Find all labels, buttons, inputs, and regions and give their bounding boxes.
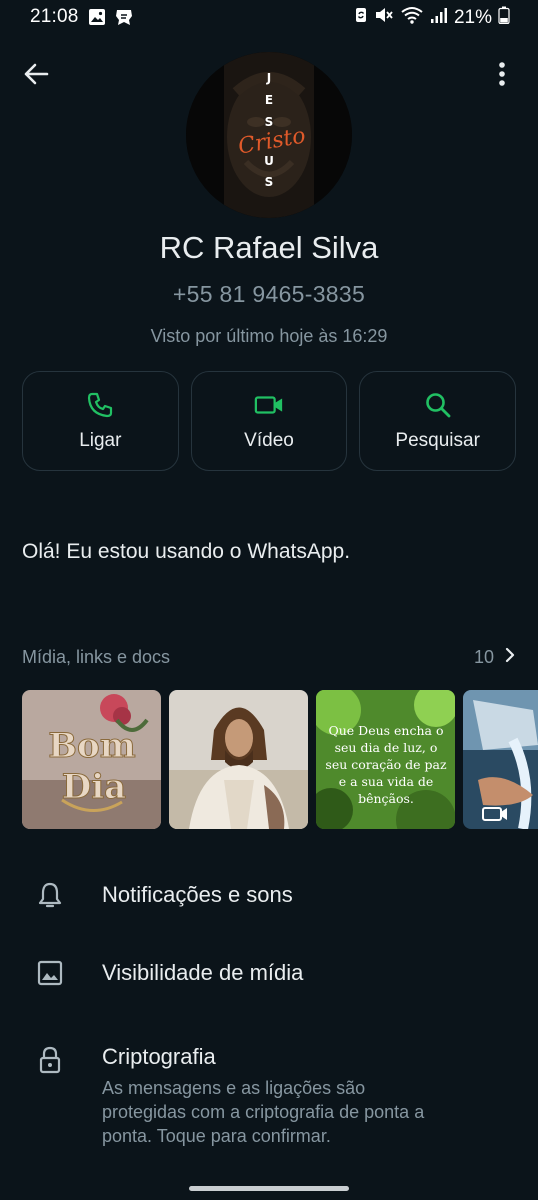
setting-title: Criptografia (102, 1044, 216, 1069)
home-indicator[interactable] (189, 1186, 349, 1191)
more-options-button[interactable] (484, 58, 520, 94)
back-button[interactable] (18, 58, 54, 94)
media-visibility-setting[interactable]: Visibilidade de mídia (0, 950, 538, 996)
media-thumbnail[interactable]: Bom Dia (22, 690, 161, 829)
contact-name: RC Rafael Silva (159, 230, 379, 265)
avatar-image: J E S U S Cristo (186, 52, 352, 218)
search-button[interactable]: Pesquisar (359, 371, 517, 471)
thumb-text: Dia (62, 767, 126, 807)
sync-icon (354, 6, 368, 29)
avatar-letter: S (265, 115, 274, 129)
avatar-letter: J (266, 71, 271, 85)
setting-subtitle-line: As mensagens e as ligações são (102, 1078, 366, 1098)
more-vert-icon (498, 61, 506, 92)
search-button-label: Pesquisar (395, 430, 480, 451)
avatar-letter: E (265, 93, 273, 107)
back-arrow-icon (23, 61, 49, 92)
app-notification-icon (114, 8, 134, 31)
video-button-label: Vídeo (244, 430, 294, 451)
status-bar: 21:08 21% (0, 0, 538, 36)
lock-icon (36, 1046, 64, 1074)
media-section-title: Mídia, links e docs (22, 647, 171, 667)
video-icon (254, 390, 284, 420)
mute-icon (374, 6, 394, 29)
setting-subtitle-line: protegidas com a criptografia de ponta a (102, 1102, 425, 1122)
video-call-button[interactable]: Vídeo (190, 371, 348, 471)
call-button-label: Ligar (79, 430, 122, 451)
avatar-letter: S (265, 175, 274, 189)
thumb-text: seu coração de paz (325, 757, 447, 772)
media-thumbnail[interactable] (169, 690, 308, 829)
about-status-text[interactable]: Olá! Eu estou usando o WhatsApp. (22, 540, 350, 564)
phone-icon (85, 390, 115, 420)
battery-icon (498, 6, 510, 29)
signal-icon (430, 6, 448, 29)
media-strip: Bom Dia Que Deus encha o seu dia de luz,… (22, 690, 538, 830)
thumb-text: bênçãos. (358, 791, 414, 806)
setting-title: Notificações e sons (102, 882, 293, 907)
call-button[interactable]: Ligar (22, 371, 179, 471)
notifications-setting[interactable]: Notificações e sons (0, 872, 538, 918)
encryption-setting[interactable]: Criptografia As mensagens e as ligações … (0, 1034, 538, 1154)
contact-info-screen: 21:08 21% J E S U S Cristo RC Rafael Sil… (0, 0, 538, 1200)
image-icon (88, 8, 106, 31)
thumb-text: Que Deus encha o (329, 723, 444, 738)
thumb-text: seu dia de luz, o (335, 740, 438, 755)
contact-phone[interactable]: +55 81 9465-3835 (0, 281, 538, 308)
battery-percent: 21% (453, 6, 492, 28)
profile-avatar[interactable]: J E S U S Cristo (186, 52, 352, 218)
media-header[interactable]: Mídia, links e docs 10 (22, 646, 516, 669)
wifi-icon (400, 6, 424, 29)
search-icon (423, 390, 453, 420)
thumb-text: Bom (48, 726, 135, 766)
status-time: 21:08 (30, 6, 79, 27)
thumb-text: e a sua vida de (339, 774, 434, 789)
chevron-right-icon (504, 646, 516, 669)
avatar-letter: U (264, 154, 274, 168)
bell-icon (36, 881, 64, 909)
setting-title: Visibilidade de mídia (102, 960, 304, 985)
last-seen-status: Visto por último hoje às 16:29 (150, 326, 388, 346)
media-thumbnail-video[interactable] (463, 690, 538, 829)
media-thumbnail[interactable]: Que Deus encha o seu dia de luz, o seu c… (316, 690, 455, 829)
media-count: 10 (473, 647, 494, 667)
image-icon (36, 959, 64, 987)
setting-subtitle-line: ponta. Toque para confirmar. (102, 1126, 331, 1146)
action-buttons: Ligar Vídeo Pesquisar (22, 371, 517, 471)
